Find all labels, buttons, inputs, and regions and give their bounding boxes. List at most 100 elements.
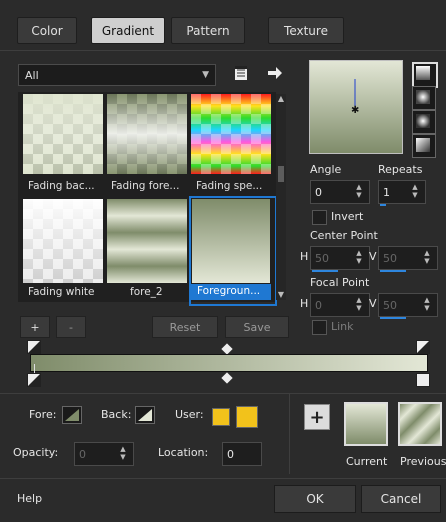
category-value: All [25, 68, 39, 82]
add-to-swatches-button[interactable]: + [304, 404, 330, 430]
category-dropdown[interactable]: All ▼ [18, 64, 216, 86]
style-radial-button[interactable] [412, 110, 436, 134]
thumb-label: Fading white [28, 286, 95, 298]
help-link[interactable]: Help [17, 492, 42, 505]
repeats-label: Repeats [378, 163, 423, 176]
focal-point-label: Focal Point [310, 276, 370, 289]
center-h-value: 50 [315, 251, 329, 265]
spin-arrows-icon[interactable]: ▲ ▼ [349, 294, 369, 314]
gradient-thumb-fading-white[interactable] [23, 199, 103, 283]
user-swatch[interactable] [236, 406, 258, 428]
center-v-value: 50 [383, 251, 397, 265]
focal-v-slider-bar[interactable] [380, 317, 406, 319]
center-v-spinbox[interactable]: 50 ▲ ▼ [378, 246, 438, 272]
spin-arrows-icon[interactable]: ▲ ▼ [113, 443, 133, 463]
fore-label: Fore: [29, 408, 57, 421]
opacity-stop-right[interactable] [416, 340, 430, 354]
divider [289, 394, 290, 474]
center-v-slider-bar[interactable] [380, 270, 406, 272]
opacity-label: Opacity: [13, 446, 59, 459]
tab-gradient[interactable]: Gradient [91, 17, 165, 44]
focal-h-spinbox[interactable]: 0 ▲ ▼ [310, 293, 370, 317]
gradient-thumb-fading-foreground[interactable] [107, 94, 187, 174]
focal-v-spinbox[interactable]: 50 ▲ ▼ [378, 293, 438, 319]
location-input[interactable]: 0 [222, 442, 262, 466]
opacity-spinbox[interactable]: 0 ▲ ▼ [74, 442, 134, 466]
spin-arrows-icon[interactable]: ▲ ▼ [349, 247, 369, 267]
color-midpoint[interactable] [221, 372, 233, 384]
link-label: Link [331, 320, 354, 333]
scrollbar-thumb[interactable] [278, 166, 284, 182]
tab-color[interactable]: Color [17, 17, 77, 44]
thumb-label: Fading fore... [111, 180, 180, 192]
opacity-value: 0 [79, 447, 86, 461]
thumb-label: Fading spe... [196, 180, 263, 192]
cancel-button[interactable]: Cancel [361, 485, 441, 513]
style-linear-button[interactable] [412, 62, 438, 88]
thumb-label: fore_2 [130, 286, 163, 298]
ok-button[interactable]: OK [274, 485, 356, 513]
add-gradient-button[interactable]: + [20, 316, 50, 338]
link-checkbox[interactable] [312, 320, 327, 335]
gradient-preview[interactable]: ✱ [309, 60, 403, 154]
location-label: Location: [158, 446, 209, 459]
center-h-label: H [300, 250, 309, 263]
current-gradient-swatch [344, 402, 388, 446]
current-label: Current [346, 455, 388, 468]
user-label: User: [175, 408, 204, 421]
chevron-down-icon: ▼ [202, 70, 209, 80]
chevron-up-icon[interactable]: ▲ [276, 94, 286, 104]
opacity-midpoint[interactable] [221, 343, 233, 355]
angle-label: Angle [310, 163, 342, 176]
thumb-label: Fading bac... [28, 180, 95, 192]
invert-label: Invert [331, 210, 364, 223]
center-h-spinbox[interactable]: 50 ▲ ▼ [310, 246, 370, 272]
gradient-thumb-fading-spectrum[interactable] [191, 94, 271, 174]
tab-pattern[interactable]: Pattern [171, 17, 245, 44]
color-stop-left[interactable] [27, 373, 41, 387]
style-sunburst-button[interactable] [412, 134, 436, 158]
previous-label: Previous [400, 455, 446, 468]
focal-v-value: 50 [383, 298, 397, 312]
remove-gradient-button[interactable]: - [56, 316, 86, 338]
center-point-label: Center Point [310, 229, 378, 242]
style-rectangular-button[interactable] [412, 86, 436, 110]
center-v-label: V [369, 250, 377, 263]
repeats-spinbox[interactable]: 1 ▲ ▼ [378, 180, 426, 206]
focal-v-label: V [369, 297, 377, 310]
spin-arrows-icon[interactable]: ▲ ▼ [417, 294, 437, 314]
gradient-thumb-foreground[interactable] [192, 199, 270, 283]
arrow-right-icon[interactable] [266, 64, 284, 82]
focal-h-value: 0 [315, 298, 322, 312]
save-button[interactable]: Save [225, 316, 289, 338]
back-swatch[interactable] [135, 406, 155, 424]
file-list-icon[interactable] [232, 64, 250, 82]
tab-texture[interactable]: Texture [268, 17, 344, 44]
back-label: Back: [101, 408, 132, 421]
invert-checkbox[interactable] [312, 210, 327, 225]
angle-value: 0 [315, 185, 322, 199]
repeats-slider-bar[interactable] [380, 204, 386, 206]
divider [0, 50, 446, 51]
spin-arrows-icon[interactable]: ▲ ▼ [349, 181, 369, 201]
previous-gradient-swatch[interactable] [398, 402, 442, 446]
svg-text:✱: ✱ [351, 105, 359, 116]
spin-arrows-icon[interactable]: ▲ ▼ [417, 247, 437, 267]
fore-swatch[interactable] [62, 406, 82, 424]
chevron-down-icon[interactable]: ▼ [276, 290, 286, 300]
gradient-bar[interactable] [30, 354, 428, 372]
gradient-thumb-fore-2[interactable] [107, 199, 187, 283]
gradient-thumb-fading-background[interactable] [23, 94, 103, 174]
divider [0, 393, 446, 394]
location-value: 0 [227, 447, 234, 461]
opacity-stop-left[interactable] [27, 340, 41, 354]
user-swatch-small[interactable] [212, 408, 230, 426]
focal-h-label: H [300, 297, 309, 310]
thumb-label: Foregroun... [197, 285, 261, 297]
reset-button[interactable]: Reset [152, 316, 218, 338]
gallery-scrollbar[interactable] [276, 94, 286, 300]
center-h-slider-bar[interactable] [312, 270, 338, 272]
angle-spinbox[interactable]: 0 ▲ ▼ [310, 180, 370, 204]
spin-arrows-icon[interactable]: ▲ ▼ [405, 181, 425, 201]
color-stop-right[interactable] [416, 373, 430, 387]
